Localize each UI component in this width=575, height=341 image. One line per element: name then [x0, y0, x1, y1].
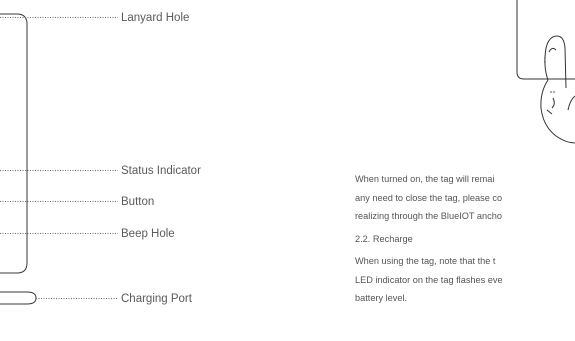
charging-port-outline — [0, 291, 37, 305]
manual-text-column: When turned on, the tag will remai any n… — [355, 170, 575, 308]
paragraph-line: any need to close the tag, please co — [355, 192, 503, 203]
paragraph-line: LED indicator on the tag flashes eve — [355, 274, 503, 285]
label-button: Button — [121, 196, 155, 208]
tag-outline — [0, 13, 28, 274]
hand-press-illustration — [516, 0, 575, 144]
section-heading: 2.2. Recharge — [355, 233, 413, 244]
paragraph-line: When turned on, the tag will remai — [355, 174, 495, 184]
label-lanyard-hole: Lanyard Hole — [121, 12, 190, 24]
label-beep-hole: Beep Hole — [121, 228, 175, 240]
paragraph-line: realizing through the BlueIOT ancho — [355, 211, 502, 221]
paragraph-line: When using the tag, note that the t — [355, 256, 496, 266]
label-status-indicator: Status Indicator — [121, 165, 201, 177]
paragraph-line: battery level. — [355, 293, 408, 303]
manual-page: Lanyard Hole Status Indicator Button Bee… — [0, 0, 575, 341]
label-charging-port: Charging Port — [121, 293, 192, 305]
